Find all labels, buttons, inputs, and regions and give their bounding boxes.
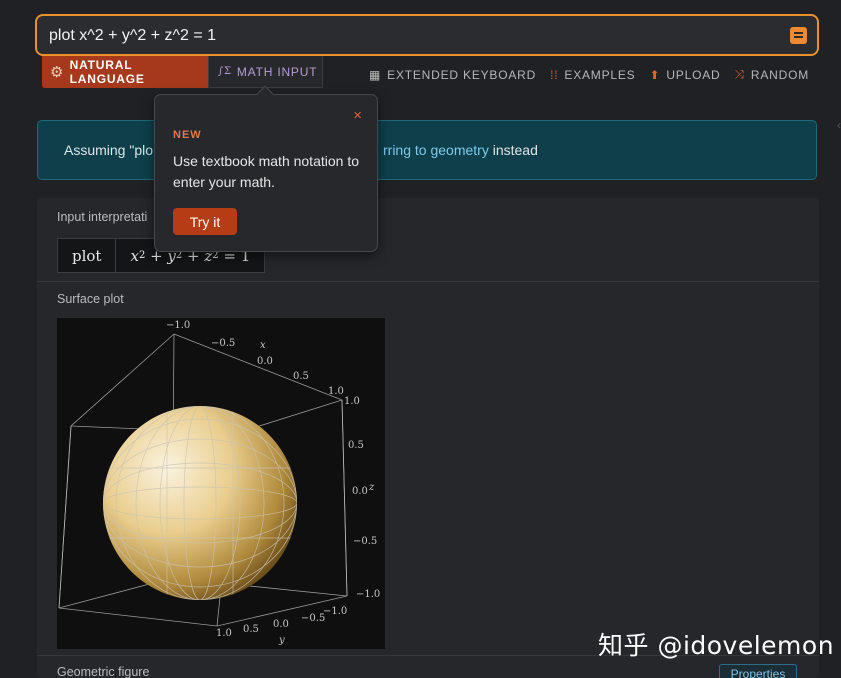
watermark-text: 知乎 @idovelemon	[598, 631, 835, 660]
grid-icon: ⁞⁞	[550, 67, 559, 82]
gear-icon: ⚙	[50, 63, 65, 81]
random-label: RANDOM	[750, 67, 810, 82]
y-tick-label: 1.0	[216, 628, 232, 639]
y-tick-label: −1.0	[323, 606, 347, 617]
upload-button[interactable]: ⬆ UPLOAD	[649, 67, 720, 82]
tooltip-message: Use textbook math notation to enter your…	[173, 153, 359, 190]
interp-cell-plot: plot	[72, 246, 102, 265]
x-tick-label: 1.0	[328, 386, 344, 397]
surface-plot-image[interactable]: −1.0 −0.5 0.0 0.5 1.0 x 1.0 0.5 0.0 z −0…	[57, 318, 385, 649]
search-bar[interactable]	[35, 14, 819, 56]
examples-label: EXAMPLES	[564, 67, 636, 82]
pod-title-geometric-figure: Geometric figure	[57, 665, 150, 678]
tooltip-arrow	[256, 85, 274, 103]
pod-divider	[37, 281, 819, 282]
z-tick-label: 0.5	[348, 440, 364, 451]
z-tick-label: −1.0	[356, 589, 380, 600]
pod-title-input-interpretation: Input interpretati	[57, 210, 148, 224]
y-tick-label: −0.5	[301, 613, 325, 624]
z-tick-label: 0.0	[352, 486, 368, 497]
geometry-link[interactable]: rring to geometry	[383, 142, 489, 158]
assumption-prefix: Assuming "plo	[64, 142, 154, 158]
tab-math-input-label: MATH INPUT	[236, 64, 318, 79]
math-input-tooltip: × NEW Use textbook math notation to ente…	[154, 85, 378, 252]
x-tick-label: −1.0	[166, 320, 190, 331]
y-tick-label: 0.5	[243, 624, 259, 635]
z-tick-label: −0.5	[353, 536, 377, 547]
search-input[interactable]	[49, 25, 769, 47]
input-toolbar: ▦ EXTENDED KEYBOARD ⁞⁞ EXAMPLES ⬆ UPLOAD…	[369, 67, 809, 82]
tab-natural-language-label: NATURAL LANGUAGE	[69, 58, 145, 86]
results-panel: Input interpretati plot x2 + y2 + z2 = 1…	[37, 198, 819, 678]
keyboard-icon: ▦	[369, 67, 382, 82]
new-badge: NEW	[173, 129, 202, 141]
examples-button[interactable]: ⁞⁞ EXAMPLES	[550, 67, 635, 82]
properties-button[interactable]: Properties	[719, 664, 797, 678]
tab-natural-language[interactable]: ⚙ NATURAL LANGUAGE	[42, 56, 208, 88]
random-button[interactable]: ⤨ RANDOM	[735, 67, 810, 82]
upload-label: UPLOAD	[666, 67, 721, 82]
sphere-surface	[103, 406, 297, 600]
z-tick-label: 1.0	[344, 396, 360, 407]
assumption-suffix: instead	[488, 142, 538, 158]
y-tick-label: 0.0	[273, 619, 289, 630]
extended-keyboard-label: EXTENDED KEYBOARD	[387, 67, 537, 82]
x-tick-label: 0.5	[293, 371, 309, 382]
surface-plot-svg: −1.0 −0.5 0.0 0.5 1.0 x 1.0 0.5 0.0 z −0…	[58, 320, 380, 646]
x-axis-label: x	[260, 340, 266, 351]
extended-keyboard-button[interactable]: ▦ EXTENDED KEYBOARD	[369, 67, 536, 82]
pod-title-surface-plot: Surface plot	[57, 292, 124, 306]
compute-button[interactable]	[790, 27, 807, 44]
tab-math-input[interactable]: ∫Σ MATH INPUT	[208, 56, 323, 88]
try-it-button[interactable]: Try it	[173, 208, 237, 235]
y-axis-label: y	[278, 635, 285, 646]
close-icon[interactable]: ×	[353, 107, 362, 124]
upload-icon: ⬆	[649, 67, 661, 82]
x-tick-label: 0.0	[257, 356, 273, 367]
z-axis-label: z	[368, 482, 375, 493]
x-tick-label: −0.5	[211, 338, 235, 349]
collapse-chevron-icon[interactable]: ‹	[837, 118, 841, 132]
math-notation-icon: ∫Σ	[218, 66, 232, 77]
shuffle-icon: ⤨	[734, 67, 745, 81]
